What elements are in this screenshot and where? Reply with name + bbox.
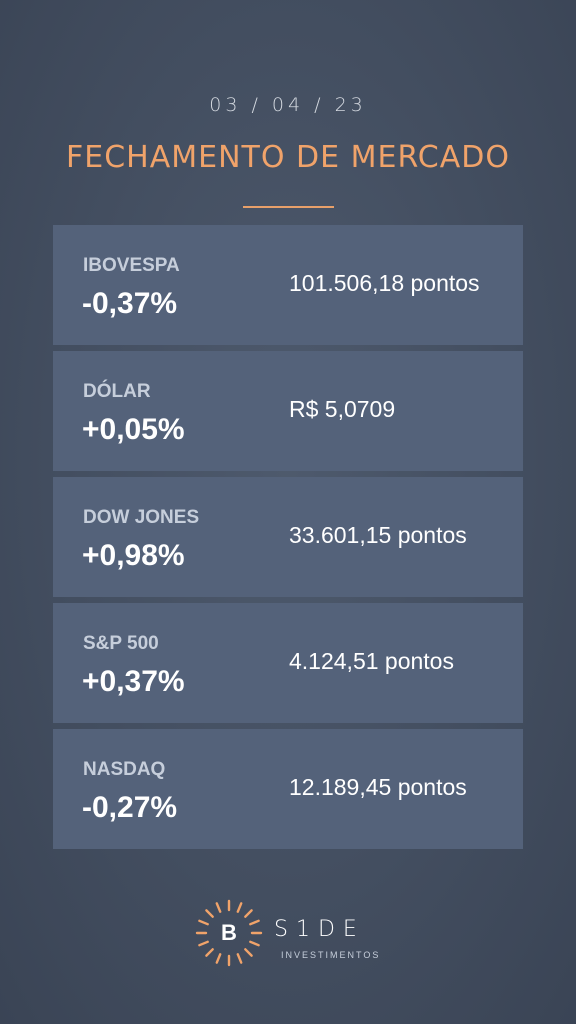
market-change: +0,37% <box>82 665 185 698</box>
brand-logo: B S1DE INVESTIMENTOS <box>194 898 394 968</box>
page-title: FECHAMENTO DE MERCADO <box>66 140 510 175</box>
market-change: -0,27% <box>82 791 178 824</box>
market-change: -0,37% <box>82 287 178 320</box>
market-card-ibovespa: IBOVESPA -0,37% 101.506,18 pontos <box>53 225 523 345</box>
market-value: 12.189,45 pontos <box>289 774 467 800</box>
market-value: 101.506,18 pontos <box>289 270 480 296</box>
market-change: +0,98% <box>82 539 185 572</box>
market-card-dow-jones: DOW JONES +0,98% 33.601,15 pontos <box>53 477 523 597</box>
market-list: IBOVESPA -0,37% 101.506,18 pontos DÓLAR … <box>53 225 523 855</box>
market-name: DOW JONES <box>83 507 200 528</box>
market-change: +0,05% <box>82 413 185 446</box>
brand-subtitle: INVESTIMENTOS <box>281 950 381 960</box>
title-divider <box>243 206 334 208</box>
market-value: R$ 5,0709 <box>289 396 396 422</box>
market-name: S&P 500 <box>83 633 159 654</box>
report-date: 03 / 04 / 23 <box>209 94 367 116</box>
brand-wordmark: S1DE <box>274 917 365 942</box>
market-value: 4.124,51 pontos <box>289 648 454 674</box>
market-card-dolar: DÓLAR +0,05% R$ 5,0709 <box>53 351 523 471</box>
market-name: NASDAQ <box>83 759 166 780</box>
market-name: IBOVESPA <box>83 255 180 276</box>
market-card-nasdaq: NASDAQ -0,27% 12.189,45 pontos <box>53 729 523 849</box>
market-value: 33.601,15 pontos <box>289 522 467 548</box>
market-card-sp500: S&P 500 +0,37% 4.124,51 pontos <box>53 603 523 723</box>
brand-mark-letter: B <box>221 920 237 945</box>
market-name: DÓLAR <box>83 381 151 402</box>
